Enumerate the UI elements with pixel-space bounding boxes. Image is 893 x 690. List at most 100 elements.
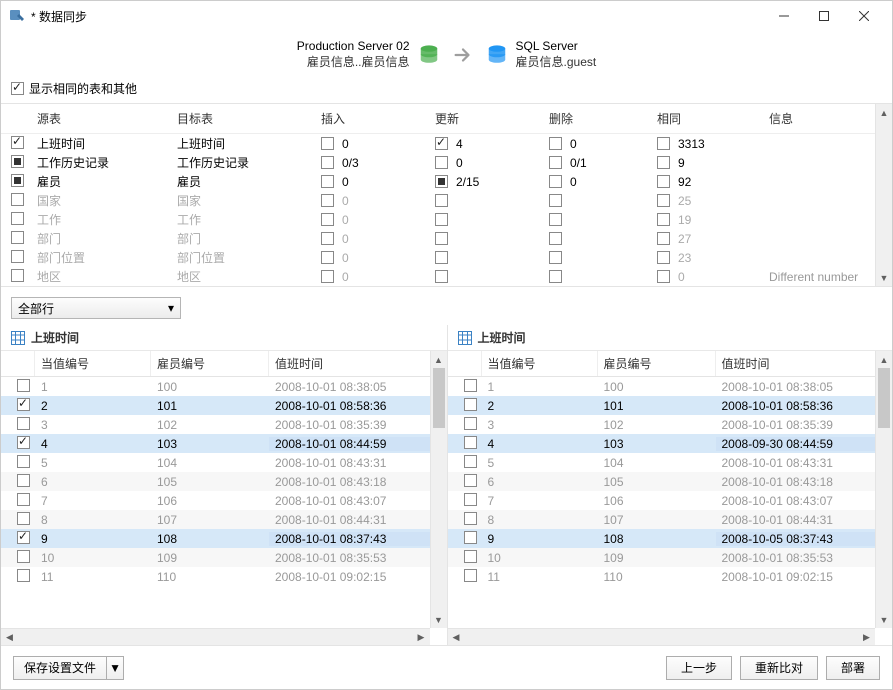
- data-row[interactable]: 11002008-10-01 08:38:05: [448, 377, 893, 396]
- delete-checkbox[interactable]: [549, 270, 562, 283]
- col-a[interactable]: 当值编号: [482, 351, 598, 376]
- same-checkbox[interactable]: [657, 213, 670, 226]
- row-checkbox[interactable]: [17, 550, 30, 563]
- insert-checkbox[interactable]: [321, 194, 334, 207]
- delete-checkbox[interactable]: [549, 156, 562, 169]
- grid-right-hscroll[interactable]: ◀▶: [448, 628, 876, 645]
- table-row[interactable]: 地区地区00Different number: [1, 267, 892, 286]
- data-row[interactable]: 71062008-10-01 08:43:07: [448, 491, 893, 510]
- update-checkbox[interactable]: [435, 137, 448, 150]
- col-c[interactable]: 值班时间: [269, 351, 447, 376]
- show-identical-checkbox[interactable]: [11, 82, 24, 95]
- row-checkbox[interactable]: [464, 512, 477, 525]
- col-c[interactable]: 值班时间: [716, 351, 893, 376]
- row-checkbox[interactable]: [17, 512, 30, 525]
- update-checkbox[interactable]: [435, 175, 448, 188]
- same-checkbox[interactable]: [657, 251, 670, 264]
- row-select-checkbox[interactable]: [11, 231, 24, 244]
- data-row[interactable]: 51042008-10-01 08:43:31: [448, 453, 893, 472]
- close-button[interactable]: [844, 1, 884, 31]
- data-row[interactable]: 111102008-10-01 09:02:15: [448, 567, 893, 586]
- delete-checkbox[interactable]: [549, 232, 562, 245]
- insert-checkbox[interactable]: [321, 213, 334, 226]
- row-checkbox[interactable]: [464, 379, 477, 392]
- data-row[interactable]: 11002008-10-01 08:38:05: [1, 377, 447, 396]
- grid-left-vscroll[interactable]: ▲▼: [430, 351, 447, 628]
- delete-checkbox[interactable]: [549, 175, 562, 188]
- grid-right-vscroll[interactable]: ▲▼: [875, 351, 892, 628]
- row-select-checkbox[interactable]: [11, 136, 24, 149]
- row-checkbox[interactable]: [464, 531, 477, 544]
- delete-checkbox[interactable]: [549, 251, 562, 264]
- data-row[interactable]: 91082008-10-01 08:37:43: [1, 529, 447, 548]
- row-select-checkbox[interactable]: [11, 193, 24, 206]
- row-checkbox[interactable]: [464, 398, 477, 411]
- recompare-button[interactable]: 重新比对: [740, 656, 818, 680]
- minimize-button[interactable]: [764, 1, 804, 31]
- grid-left-hscroll[interactable]: ◀▶: [1, 628, 430, 645]
- table-row[interactable]: 工作工作019: [1, 210, 892, 229]
- table-row[interactable]: 国家国家025: [1, 191, 892, 210]
- save-profile-split-button[interactable]: 保存设置文件 ▼: [13, 656, 124, 680]
- save-profile-dropdown[interactable]: ▼: [106, 656, 124, 680]
- row-checkbox[interactable]: [17, 493, 30, 506]
- col-a[interactable]: 当值编号: [35, 351, 151, 376]
- insert-checkbox[interactable]: [321, 270, 334, 283]
- data-row[interactable]: 61052008-10-01 08:43:18: [1, 472, 447, 491]
- row-checkbox[interactable]: [464, 474, 477, 487]
- deploy-button[interactable]: 部署: [826, 656, 880, 680]
- table-row[interactable]: 工作历史记录工作历史记录0/300/19: [1, 153, 892, 172]
- same-checkbox[interactable]: [657, 270, 670, 283]
- row-checkbox[interactable]: [17, 455, 30, 468]
- row-checkbox[interactable]: [464, 417, 477, 430]
- delete-checkbox[interactable]: [549, 213, 562, 226]
- row-checkbox[interactable]: [17, 417, 30, 430]
- data-row[interactable]: 81072008-10-01 08:44:31: [1, 510, 447, 529]
- row-checkbox[interactable]: [17, 569, 30, 582]
- back-button[interactable]: 上一步: [666, 656, 732, 680]
- row-filter-dropdown[interactable]: 全部行 ▾: [11, 297, 181, 319]
- row-select-checkbox[interactable]: [11, 212, 24, 225]
- data-row[interactable]: 101092008-10-01 08:35:53: [1, 548, 447, 567]
- same-checkbox[interactable]: [657, 137, 670, 150]
- insert-checkbox[interactable]: [321, 251, 334, 264]
- data-row[interactable]: 21012008-10-01 08:58:36: [448, 396, 893, 415]
- row-checkbox[interactable]: [17, 474, 30, 487]
- data-row[interactable]: 41032008-09-30 08:44:59: [448, 434, 893, 453]
- data-row[interactable]: 21012008-10-01 08:58:36: [1, 396, 447, 415]
- row-select-checkbox[interactable]: [11, 250, 24, 263]
- insert-checkbox[interactable]: [321, 232, 334, 245]
- update-checkbox[interactable]: [435, 213, 448, 226]
- row-select-checkbox[interactable]: [11, 174, 24, 187]
- row-checkbox[interactable]: [464, 493, 477, 506]
- row-checkbox[interactable]: [17, 379, 30, 392]
- row-select-checkbox[interactable]: [11, 155, 24, 168]
- insert-checkbox[interactable]: [321, 156, 334, 169]
- col-b[interactable]: 雇员编号: [151, 351, 269, 376]
- data-row[interactable]: 31022008-10-01 08:35:39: [1, 415, 447, 434]
- data-row[interactable]: 81072008-10-01 08:44:31: [448, 510, 893, 529]
- tables-scrollbar[interactable]: ▲▼: [875, 104, 892, 286]
- table-row[interactable]: 上班时间上班时间0403313: [1, 134, 892, 153]
- same-checkbox[interactable]: [657, 194, 670, 207]
- update-checkbox[interactable]: [435, 251, 448, 264]
- row-select-checkbox[interactable]: [11, 269, 24, 282]
- same-checkbox[interactable]: [657, 232, 670, 245]
- row-checkbox[interactable]: [17, 531, 30, 544]
- data-row[interactable]: 101092008-10-01 08:35:53: [448, 548, 893, 567]
- data-row[interactable]: 31022008-10-01 08:35:39: [448, 415, 893, 434]
- insert-checkbox[interactable]: [321, 175, 334, 188]
- delete-checkbox[interactable]: [549, 137, 562, 150]
- same-checkbox[interactable]: [657, 175, 670, 188]
- update-checkbox[interactable]: [435, 232, 448, 245]
- table-row[interactable]: 部门部门027: [1, 229, 892, 248]
- row-checkbox[interactable]: [17, 398, 30, 411]
- same-checkbox[interactable]: [657, 156, 670, 169]
- data-row[interactable]: 61052008-10-01 08:43:18: [448, 472, 893, 491]
- data-row[interactable]: 111102008-10-01 09:02:15: [1, 567, 447, 586]
- insert-checkbox[interactable]: [321, 137, 334, 150]
- data-row[interactable]: 91082008-10-05 08:37:43: [448, 529, 893, 548]
- row-checkbox[interactable]: [464, 569, 477, 582]
- table-row[interactable]: 部门位置部门位置023: [1, 248, 892, 267]
- row-checkbox[interactable]: [17, 436, 30, 449]
